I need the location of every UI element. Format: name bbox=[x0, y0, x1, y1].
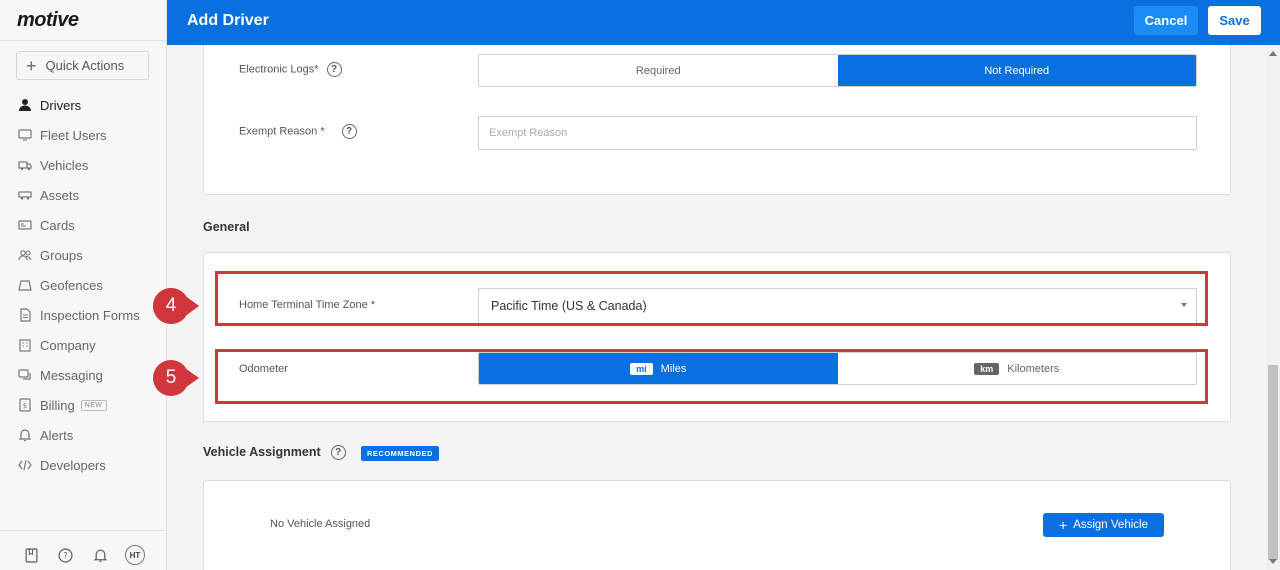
geofence-icon bbox=[17, 278, 32, 293]
logs-option-not-required[interactable]: Not Required bbox=[837, 55, 1196, 86]
sidebar-item-label: Cards bbox=[40, 217, 75, 233]
trailer-icon bbox=[17, 188, 32, 203]
card-icon bbox=[17, 218, 32, 233]
sidebar-item-fleet-users[interactable]: Fleet Users bbox=[0, 120, 166, 150]
code-icon bbox=[17, 458, 32, 473]
assign-vehicle-label: Assign Vehicle bbox=[1073, 519, 1148, 531]
step-number: 5 bbox=[165, 367, 177, 388]
sidebar-item-groups[interactable]: Groups bbox=[0, 240, 166, 270]
exempt-reason-input[interactable]: Exempt Reason bbox=[478, 116, 1197, 150]
sidebar-item-cards[interactable]: Cards bbox=[0, 210, 166, 240]
save-button[interactable]: Save bbox=[1208, 6, 1261, 35]
plus-icon: + bbox=[1059, 517, 1068, 533]
electronic-logs-toggle: Required Not Required bbox=[478, 54, 1197, 87]
sidebar-item-messaging[interactable]: Messaging bbox=[0, 360, 166, 390]
page-title: Add Driver bbox=[187, 12, 269, 29]
new-badge: NEW bbox=[80, 399, 107, 411]
cancel-button[interactable]: Cancel bbox=[1134, 6, 1198, 35]
sidebar-item-label: Assets bbox=[40, 187, 80, 203]
sidebar-item-inspection-forms[interactable]: Inspection Forms bbox=[0, 300, 166, 330]
help-circle-icon[interactable]: ? bbox=[330, 445, 346, 461]
avatar[interactable]: HT bbox=[125, 545, 145, 565]
svg-text:?: ? bbox=[63, 551, 68, 561]
sidebar-item-billing[interactable]: $ Billing NEW bbox=[0, 390, 166, 420]
sidebar-item-label: Geofences bbox=[40, 277, 103, 293]
truck-icon bbox=[17, 158, 32, 173]
sidebar-item-label: Groups bbox=[40, 247, 83, 263]
vertical-scrollbar[interactable] bbox=[1266, 45, 1280, 570]
step-marker-4: 4 bbox=[152, 287, 200, 325]
quick-actions-label: Quick Actions bbox=[45, 58, 125, 73]
logs-card: Electronic Logs*? Required Not Required … bbox=[203, 45, 1231, 195]
help-circle-icon[interactable]: ? bbox=[341, 124, 357, 139]
sidebar-item-assets[interactable]: Assets bbox=[0, 180, 166, 210]
person-icon bbox=[17, 98, 32, 113]
help-circle-icon[interactable]: ? bbox=[326, 62, 342, 77]
sidebar-item-label: Company bbox=[40, 337, 96, 353]
sidebar-item-drivers[interactable]: Drivers bbox=[0, 90, 166, 120]
sidebar-nav: Drivers Fleet Users Vehicles Assets Card… bbox=[0, 90, 166, 480]
recommended-badge: RECOMMENDED bbox=[361, 446, 439, 461]
exempt-reason-placeholder: Exempt Reason bbox=[489, 127, 568, 139]
scroll-up-icon[interactable] bbox=[1269, 51, 1277, 56]
highlight-box-time-zone bbox=[215, 271, 1208, 326]
exempt-reason-label-row: Exempt Reason *? bbox=[239, 124, 357, 139]
motive-logo[interactable]: motive bbox=[17, 9, 79, 32]
electronic-logs-label: Electronic Logs* bbox=[239, 63, 319, 76]
svg-text:$: $ bbox=[22, 402, 26, 410]
quick-actions-button[interactable]: + Quick Actions bbox=[16, 51, 149, 80]
sidebar-item-company[interactable]: Company bbox=[0, 330, 166, 360]
electronic-logs-label-row: Electronic Logs*? bbox=[239, 62, 342, 77]
vehicle-assignment-title-row: Vehicle Assignment? bbox=[203, 445, 346, 461]
no-vehicle-text: No Vehicle Assigned bbox=[270, 518, 371, 530]
sidebar-item-label: Alerts bbox=[40, 427, 74, 443]
exempt-reason-label: Exempt Reason * bbox=[239, 125, 325, 138]
vehicle-assignment-card: No Vehicle Assigned + Assign Vehicle bbox=[203, 480, 1231, 570]
sidebar-footer: ? HT bbox=[0, 545, 166, 567]
step-number: 4 bbox=[165, 295, 177, 316]
book-icon[interactable] bbox=[22, 546, 40, 564]
sidebar-item-label: Fleet Users bbox=[40, 127, 107, 143]
monitor-icon bbox=[17, 128, 32, 143]
sidebar-item-label: Inspection Forms bbox=[40, 307, 140, 323]
sidebar-item-label: Vehicles bbox=[40, 157, 89, 173]
notification-bell-icon[interactable] bbox=[91, 546, 109, 564]
sidebar-item-label: Billing bbox=[40, 397, 75, 413]
help-icon[interactable]: ? bbox=[56, 546, 74, 564]
logs-option-required[interactable]: Required bbox=[479, 55, 838, 86]
document-icon bbox=[17, 308, 32, 323]
sidebar-item-label: Drivers bbox=[40, 97, 82, 113]
sidebar-item-vehicles[interactable]: Vehicles bbox=[0, 150, 166, 180]
billing-icon: $ bbox=[17, 398, 32, 413]
group-icon bbox=[17, 248, 32, 263]
sidebar-item-developers[interactable]: Developers bbox=[0, 450, 166, 480]
plus-icon: + bbox=[26, 55, 37, 76]
sidebar-divider bbox=[0, 40, 166, 41]
scroll-down-icon[interactable] bbox=[1269, 559, 1277, 564]
page-header: Add Driver Cancel Save bbox=[167, 0, 1280, 45]
step-marker-5: 5 bbox=[152, 359, 200, 397]
highlight-box-odometer bbox=[215, 349, 1208, 404]
scrollbar-thumb[interactable] bbox=[1268, 365, 1278, 560]
bell-icon bbox=[17, 428, 32, 443]
general-section-title: General bbox=[203, 220, 250, 234]
building-icon bbox=[17, 338, 32, 353]
sidebar-footer-divider bbox=[0, 530, 166, 531]
sidebar-item-label: Messaging bbox=[40, 367, 103, 383]
vehicle-assignment-title: Vehicle Assignment bbox=[203, 445, 321, 459]
sidebar: motive + Quick Actions Drivers Fleet Use… bbox=[0, 0, 167, 570]
chat-icon bbox=[17, 368, 32, 383]
sidebar-item-geofences[interactable]: Geofences bbox=[0, 270, 166, 300]
sidebar-item-alerts[interactable]: Alerts bbox=[0, 420, 166, 450]
assign-vehicle-button[interactable]: + Assign Vehicle bbox=[1043, 513, 1164, 537]
sidebar-item-label: Developers bbox=[40, 457, 106, 473]
